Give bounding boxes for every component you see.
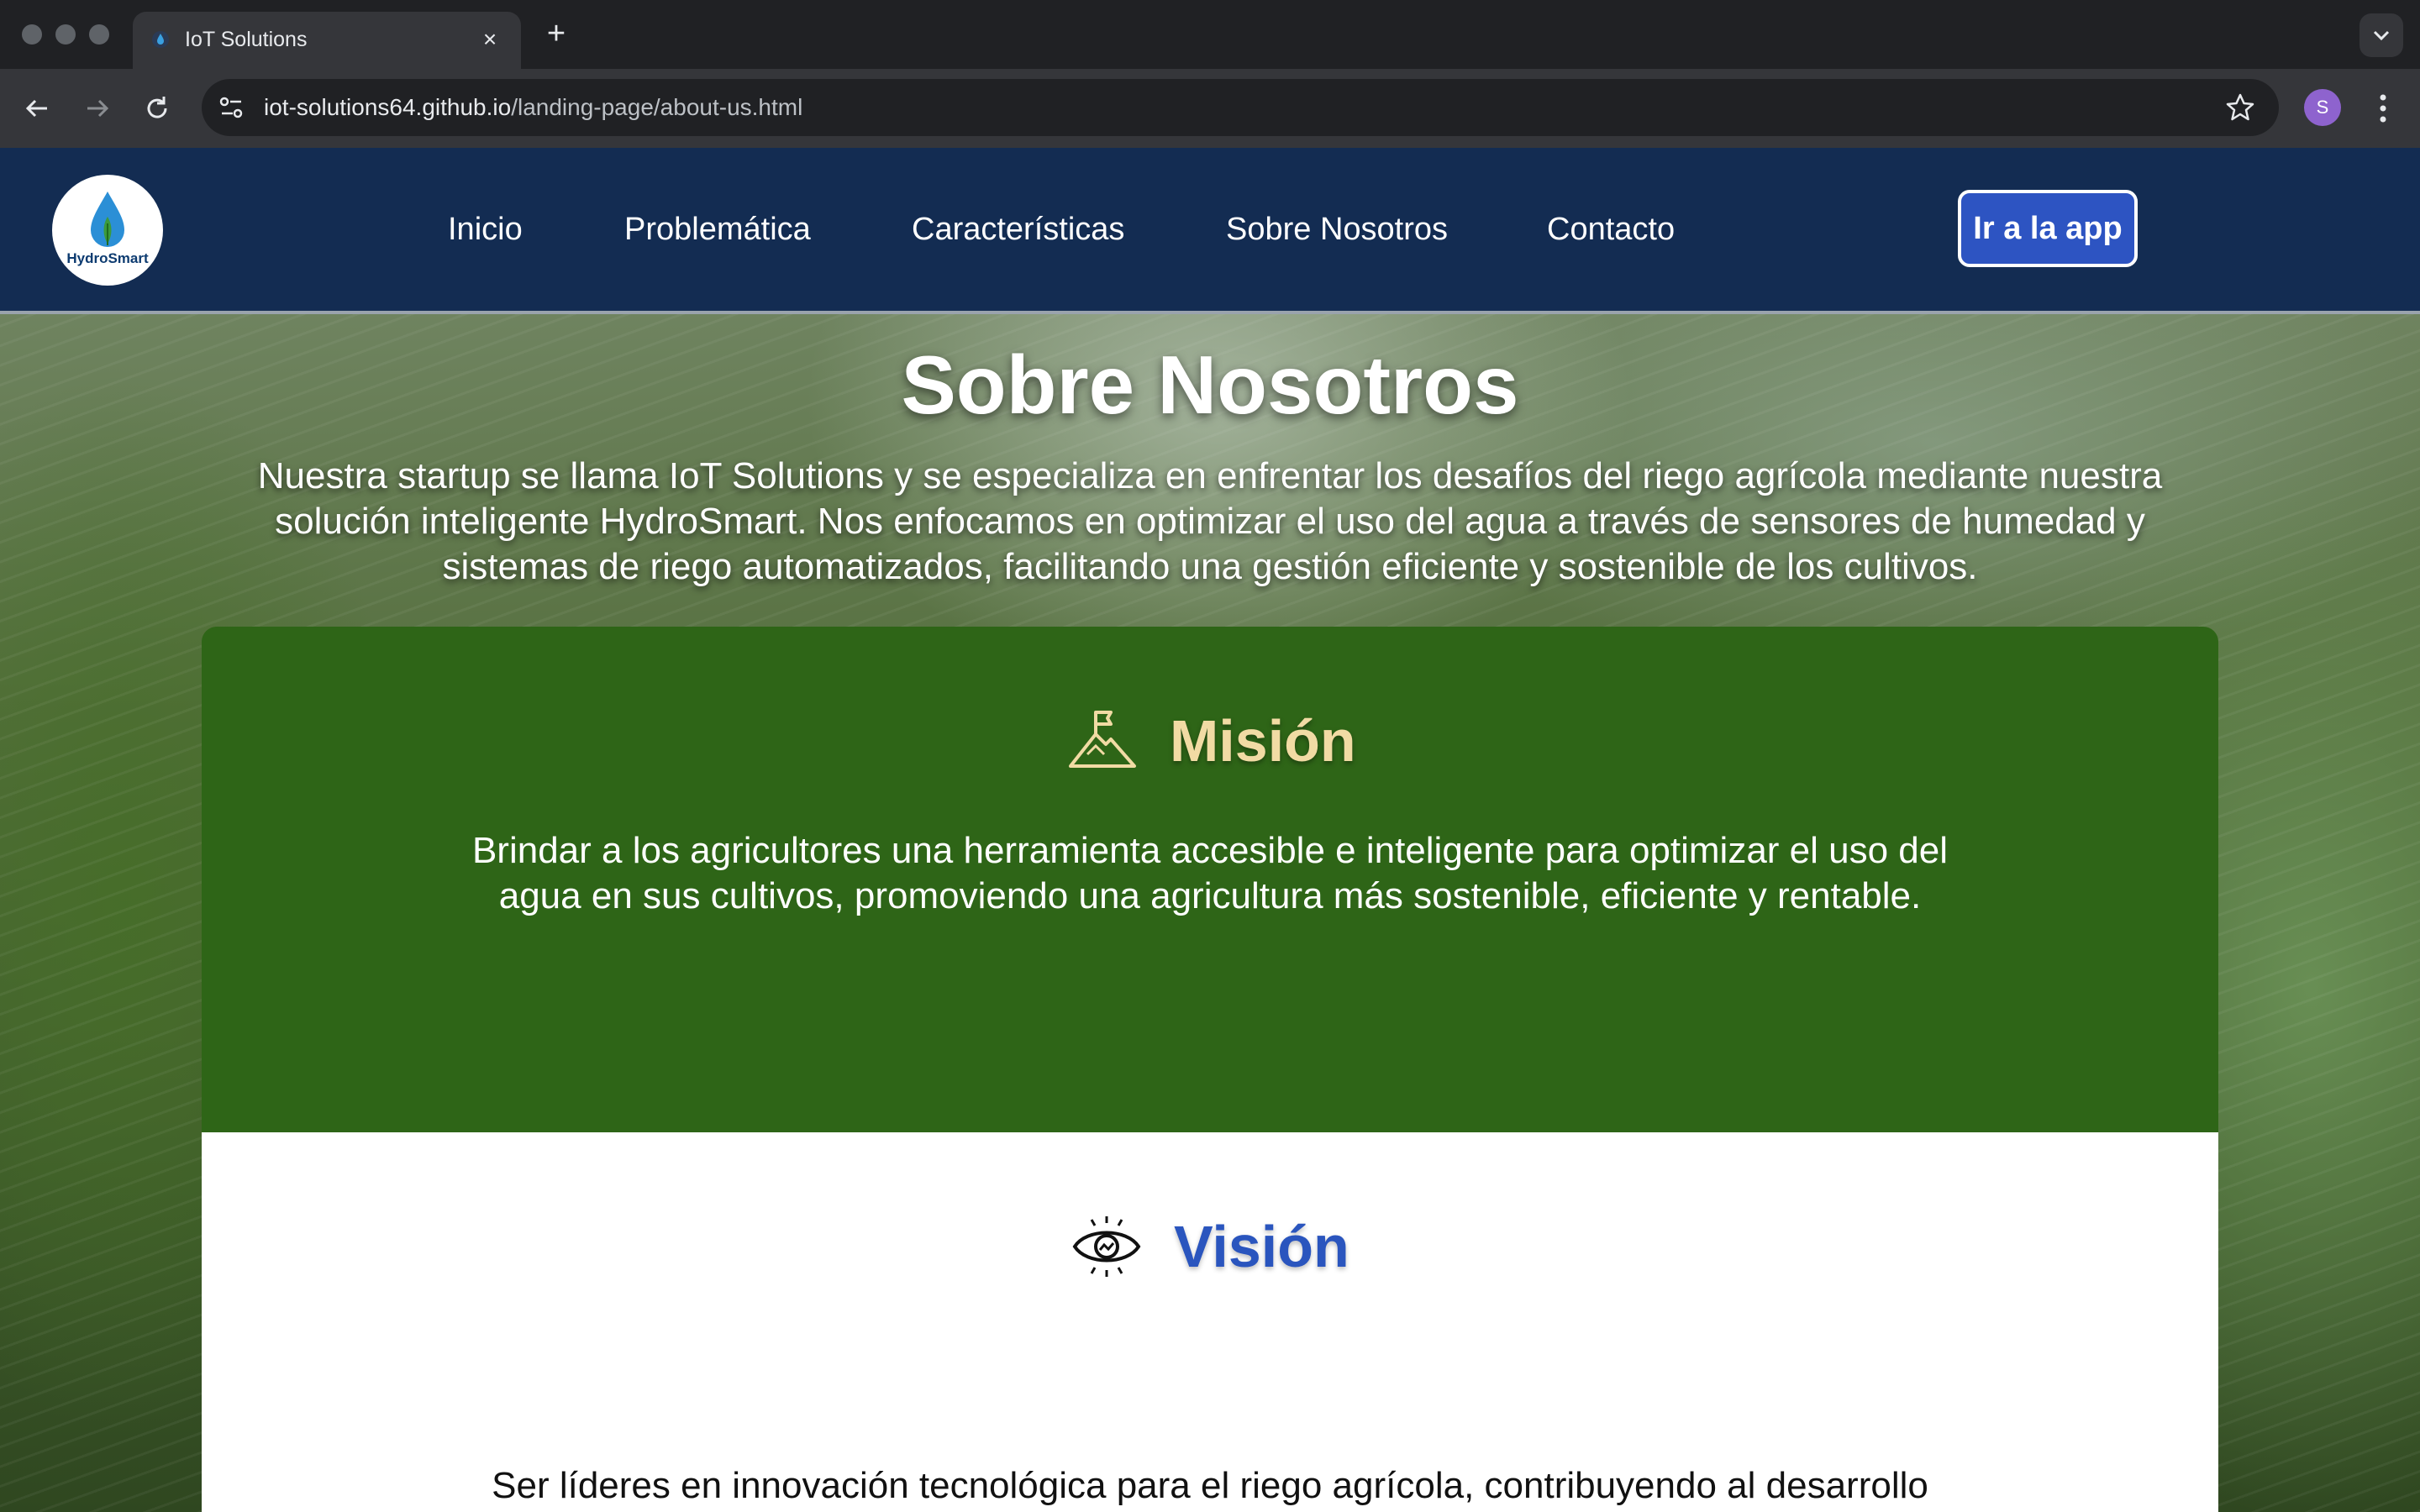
mission-text: Brindar a los agricultores una herramien… [471, 830, 1949, 916]
site-navbar: HydroSmart Inicio Problemática Caracterí… [0, 148, 2420, 314]
bookmark-star-icon[interactable] [2223, 91, 2257, 124]
profile-avatar[interactable]: S [2304, 89, 2341, 126]
url-text: iot-solutions64.github.io/landing-page/a… [264, 91, 802, 124]
window-close-dot[interactable] [22, 24, 42, 45]
nav-link-caracteristicas[interactable]: Características [912, 208, 1124, 250]
mission-header: Misión [202, 706, 2218, 785]
tab-favicon-icon [152, 31, 169, 48]
browser-toolbar: iot-solutions64.github.io/landing-page/a… [0, 69, 2420, 148]
tab-close-icon[interactable]: × [474, 24, 506, 55]
address-bar[interactable]: iot-solutions64.github.io/landing-page/a… [202, 79, 2279, 136]
nav-link-sobre-nosotros[interactable]: Sobre Nosotros [1226, 208, 1448, 250]
vision-title: Visión [1174, 1214, 1349, 1279]
mission-card: Misión Brindar a los agricultores una he… [202, 627, 2218, 1132]
nav-link-contacto[interactable]: Contacto [1547, 208, 1675, 250]
window-minimize-dot[interactable] [55, 24, 76, 45]
mountain-flag-icon [1069, 711, 1136, 768]
url-host: iot-solutions64.github.io [264, 94, 512, 120]
new-tab-icon[interactable]: + [539, 17, 573, 50]
browser-menu-icon[interactable] [2366, 87, 2400, 129]
url-path: /landing-page/about-us.html [511, 94, 803, 120]
page-viewport: HydroSmart Inicio Problemática Caracterí… [0, 148, 2420, 1512]
window-maximize-dot[interactable] [89, 24, 109, 45]
forward-arrow-icon[interactable] [77, 89, 116, 128]
eye-icon [1072, 1216, 1141, 1277]
mission-header-inner: Misión [1067, 706, 1356, 781]
vision-header: Visión [202, 1211, 2218, 1291]
water-drop-leaf-icon [91, 192, 124, 247]
logo-text: HydroSmart [66, 250, 149, 266]
reload-icon[interactable] [138, 89, 176, 128]
nav-link-problematica[interactable]: Problemática [624, 208, 811, 250]
go-to-app-button[interactable]: Ir a la app [1958, 190, 2138, 267]
browser-tab[interactable]: IoT Solutions × [133, 12, 521, 69]
tab-search-chevron-icon[interactable] [2360, 13, 2403, 57]
vision-card: Visión Ser líderes en innovación tecnoló… [202, 1132, 2218, 1512]
mission-title: Misión [1170, 708, 1356, 774]
back-arrow-icon[interactable] [18, 89, 57, 128]
page-title: Sobre Nosotros [901, 339, 1519, 431]
site-settings-icon[interactable] [213, 89, 250, 126]
browser-tab-strip: IoT Solutions × + [0, 0, 2420, 69]
tab-title: IoT Solutions [185, 28, 308, 51]
about-description: Nuestra startup se llama IoT Solutions y… [257, 455, 2163, 587]
vision-text: Ser líderes en innovación tecnológica pa… [492, 1465, 1928, 1512]
nav-link-inicio[interactable]: Inicio [448, 208, 523, 250]
vision-header-inner: Visión [1071, 1211, 1349, 1287]
hydrosmart-logo[interactable]: HydroSmart [52, 175, 163, 286]
